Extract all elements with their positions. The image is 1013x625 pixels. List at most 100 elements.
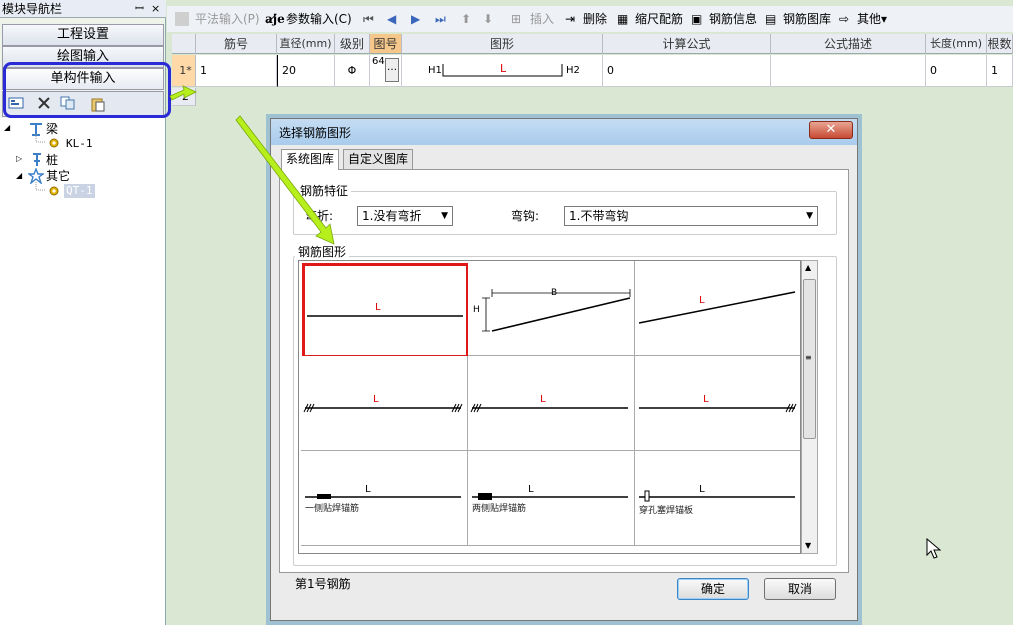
shape-right-threaded[interactable]: L bbox=[635, 356, 800, 451]
hook-value: 1.不带弯钩 bbox=[569, 209, 629, 223]
flat-input-icon bbox=[175, 12, 189, 26]
cell-fig[interactable]: 64 … bbox=[370, 55, 402, 87]
other-menu-button[interactable]: 其他▾ bbox=[857, 10, 887, 28]
hook-select[interactable]: 1.不带弯钩 ▼ bbox=[564, 206, 818, 226]
col-header-dia[interactable]: 直径(mm) bbox=[277, 34, 335, 54]
shape-label-l: L bbox=[540, 394, 547, 405]
tree-item-qt1-selected[interactable]: QT-1 bbox=[64, 184, 95, 198]
shape-both-threaded[interactable]: L bbox=[301, 356, 468, 451]
scale-reinforce-icon: ▦ bbox=[617, 12, 629, 26]
col-header-len[interactable]: 长度(mm) bbox=[926, 34, 987, 54]
bend-value: 1.没有弯折 bbox=[362, 209, 422, 223]
nav-project-settings[interactable]: 工程设置 bbox=[2, 24, 164, 46]
shape-plug-weld-plate[interactable]: L 穿孔塞焊锚板 bbox=[635, 451, 800, 546]
ok-button[interactable]: 确定 bbox=[677, 578, 749, 600]
last-record-icon[interactable]: ⏭ bbox=[435, 10, 446, 28]
row-header-2[interactable]: 2 bbox=[172, 88, 196, 106]
shape-h1-label: H1 bbox=[428, 65, 442, 76]
flat-input-button[interactable]: 平法输入(P) bbox=[195, 10, 260, 28]
rebar-info-button[interactable]: 钢筋信息 bbox=[709, 10, 757, 28]
fig-browse-button[interactable]: … bbox=[385, 58, 399, 82]
gallery-scrollbar[interactable]: ▲ ≡ ▼ bbox=[801, 260, 818, 554]
tab-custom-library[interactable]: 自定义图库 bbox=[343, 149, 414, 169]
shape-h2-label: H2 bbox=[566, 65, 580, 76]
other-icon: ⇨ bbox=[839, 12, 850, 26]
cell-desc[interactable] bbox=[771, 55, 926, 87]
select-rebar-shape-dialog: 选择钢筋图形 ✕ 系统图库 自定义图库 钢筋特征 弯折: 1.没有弯折 ▼ 弯钩:… bbox=[270, 118, 858, 621]
status-text: 第1号钢筋 bbox=[295, 577, 351, 591]
shape-label-b: B bbox=[551, 288, 558, 298]
scroll-down-icon[interactable]: ▼ bbox=[805, 541, 811, 550]
shape-label-l: L bbox=[699, 484, 706, 495]
cell-formula[interactable]: 0 bbox=[603, 55, 771, 87]
cell-count[interactable]: 1 bbox=[987, 55, 1013, 87]
col-header-level[interactable]: 级别 bbox=[335, 34, 370, 54]
pin-icon[interactable]: ꟷ bbox=[135, 2, 144, 16]
shape-two-side-welded[interactable]: L 两侧贴焊锚筋 bbox=[468, 451, 635, 546]
shape-label-l: L bbox=[528, 484, 535, 495]
shape-left-threaded-drawing bbox=[470, 403, 628, 413]
cancel-button[interactable]: 取消 bbox=[764, 578, 836, 600]
col-header-jin[interactable]: 筋号 bbox=[196, 34, 277, 54]
cell-length[interactable]: 0 bbox=[926, 55, 987, 87]
cell-dia[interactable]: 20 bbox=[277, 55, 335, 87]
shape-one-side-welded-drawing bbox=[305, 494, 461, 499]
col-header-count[interactable]: 根数 bbox=[987, 34, 1013, 54]
chevron-down-icon: ▼ bbox=[806, 211, 813, 221]
panel-close-icon[interactable]: × bbox=[151, 2, 160, 16]
shape-both-threaded-drawing bbox=[303, 403, 463, 413]
param-input-button[interactable]: 参数输入(C) bbox=[286, 10, 352, 28]
shape-l-label: L bbox=[500, 62, 507, 75]
shape-group-label: 钢筋图形 bbox=[295, 243, 350, 260]
chevron-down-icon: ▾ bbox=[881, 12, 888, 26]
col-header-fig[interactable]: 图号 bbox=[370, 34, 402, 54]
shape-sloped-bh[interactable]: B H bbox=[468, 261, 635, 356]
shape-label-l: L bbox=[703, 394, 710, 405]
dialog-close-button[interactable]: ✕ bbox=[809, 121, 853, 139]
scale-reinforce-button[interactable]: 缩尺配筋 bbox=[635, 10, 683, 28]
shape-sloped-drawing bbox=[638, 291, 796, 324]
rebar-info-icon: ▣ bbox=[691, 12, 703, 26]
dialog-titlebar[interactable] bbox=[271, 119, 857, 145]
shape-label-l: L bbox=[365, 484, 372, 495]
delete-button[interactable]: 删除 bbox=[583, 10, 607, 28]
col-header-desc[interactable]: 公式描述 bbox=[771, 34, 926, 54]
row-header-1[interactable]: 1* bbox=[172, 55, 196, 87]
cell-jin[interactable]: 1 bbox=[196, 55, 277, 87]
bend-select[interactable]: 1.没有弯折 ▼ bbox=[357, 206, 453, 226]
shape-plug-weld-plate-drawing bbox=[639, 490, 795, 502]
shape-label-l: L bbox=[699, 295, 706, 306]
col-header-formula[interactable]: 计算公式 bbox=[603, 34, 771, 54]
move-up-icon[interactable]: ⬆ bbox=[461, 10, 471, 28]
shape-caption-two-side: 两侧贴焊锚筋 bbox=[472, 504, 527, 514]
insert-button[interactable]: 插入 bbox=[530, 10, 554, 28]
col-header-shape[interactable]: 图形 bbox=[402, 34, 603, 54]
prev-record-icon[interactable]: ◀ bbox=[387, 10, 396, 28]
component-tree: ◢ 梁 KL-1 ▷ 桩 ◢ 其它 QT-1 bbox=[0, 118, 165, 625]
cell-level[interactable]: Φ bbox=[335, 55, 370, 87]
shape-label-l: L bbox=[375, 302, 382, 313]
shape-caption-plug-weld: 穿孔塞焊锚板 bbox=[639, 506, 694, 516]
shape-sloped[interactable]: L bbox=[635, 261, 800, 356]
cell-shape[interactable]: H1 L H2 bbox=[402, 55, 603, 87]
shape-one-side-welded[interactable]: L 一侧贴焊锚筋 bbox=[301, 451, 468, 546]
param-input-icon: aj̸e bbox=[265, 12, 285, 26]
scroll-up-icon[interactable]: ▲ bbox=[805, 263, 811, 272]
mouse-cursor-icon bbox=[926, 538, 942, 559]
shape-left-threaded[interactable]: L bbox=[468, 356, 635, 451]
insert-icon: ⊞ bbox=[511, 12, 522, 26]
main-toolbar: 平法输入(P) aj̸e 参数输入(C) ⏮ ◀ ▶ ⏭ ⬆ ⬇ ⊞ 插入 ⇥ … bbox=[167, 6, 1013, 32]
move-down-icon[interactable]: ⬇ bbox=[483, 10, 493, 28]
rebar-library-button[interactable]: 钢筋图库 bbox=[783, 10, 831, 28]
shape-two-side-welded-drawing bbox=[472, 493, 628, 500]
tree-lines bbox=[35, 134, 46, 191]
tab-system-library[interactable]: 系统图库 bbox=[281, 149, 340, 170]
first-record-icon[interactable]: ⏮ bbox=[363, 10, 374, 28]
shape-right-threaded-drawing bbox=[639, 403, 797, 413]
cell-fig-number: 64 bbox=[372, 56, 385, 67]
highlight-box-nav bbox=[3, 62, 171, 118]
next-record-icon[interactable]: ▶ bbox=[411, 10, 420, 28]
tree-item-kl1[interactable]: KL-1 bbox=[66, 137, 93, 151]
shape-label-l: L bbox=[373, 394, 380, 405]
shape-straight-selected[interactable]: L bbox=[302, 263, 469, 358]
